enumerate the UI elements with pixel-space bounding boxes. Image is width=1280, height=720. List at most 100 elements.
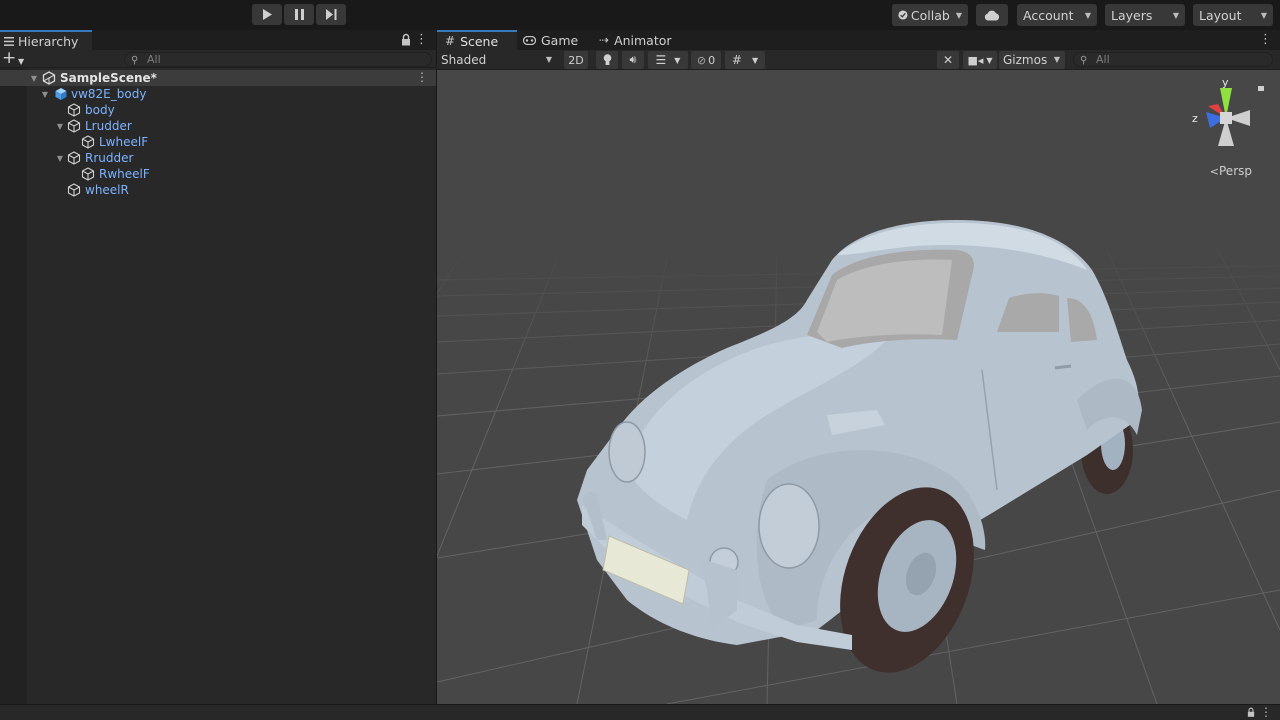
hidden-count: 0: [708, 53, 716, 67]
scene-visibility-toggle[interactable]: ⊘ 0: [691, 51, 721, 69]
cloud-button[interactable]: [976, 4, 1008, 26]
fold-arrow-icon[interactable]: ▼: [40, 90, 50, 99]
checkmark-icon: [898, 10, 908, 20]
eye-hidden-icon: ⊘: [696, 53, 707, 67]
hierarchy-tree: ▼ SampleScene* ⋮ ▼ vw82E_body body ▼ Lru…: [0, 70, 436, 704]
scene-label: SampleScene*: [60, 71, 157, 85]
hierarchy-toolbar: + ▼ ⚲ All: [0, 50, 436, 68]
gameobject-cube-icon: [81, 167, 95, 181]
chevron-down-icon: ▼: [1172, 10, 1179, 20]
hierarchy-item-label: LwheelF: [99, 135, 149, 149]
prefab-cube-icon: [55, 88, 67, 100]
tab-scene[interactable]: # Scene: [437, 30, 517, 50]
chevron-down-icon: ▼: [1084, 10, 1091, 20]
lighting-toggle[interactable]: [596, 51, 618, 69]
projection-label: Persp: [1219, 164, 1252, 178]
effects-icon: ☰: [655, 53, 667, 67]
more-options-icon[interactable]: ⋮: [415, 32, 428, 48]
car-model[interactable]: [437, 70, 1280, 704]
step-button[interactable]: [316, 4, 346, 25]
effects-dropdown[interactable]: ☰ ▼: [648, 51, 688, 69]
speaker-icon: 🔊︎: [629, 53, 637, 66]
scene-search-placeholder: All: [1096, 53, 1110, 66]
gameobject-cube-icon: [67, 183, 81, 197]
scene-panel: # Scene Game ⇢ Animator ⋮ Shaded ▼ 2D 🔊︎…: [437, 30, 1280, 704]
hash-icon: #: [445, 34, 456, 48]
shading-mode-dropdown[interactable]: Shaded ▼: [437, 51, 557, 69]
lock-icon[interactable]: [1246, 707, 1256, 718]
audio-toggle[interactable]: 🔊︎: [622, 51, 644, 69]
chevron-down-icon: ▼: [751, 55, 759, 65]
hierarchy-item[interactable]: body: [0, 102, 436, 118]
hierarchy-item[interactable]: ▼ Rrudder: [0, 150, 436, 166]
more-options-icon[interactable]: ⋮: [1260, 705, 1272, 719]
chevron-down-icon: ▼: [1260, 10, 1267, 20]
main-toolbar: Collab ▼ Account ▼ Layers ▼ Layout ▼: [0, 0, 1280, 30]
toggle-2d-button[interactable]: 2D: [564, 51, 588, 69]
layout-label: Layout: [1199, 7, 1242, 23]
shading-mode-label: Shaded: [441, 53, 487, 67]
create-button[interactable]: + ▼: [2, 50, 30, 68]
tools-button[interactable]: ✕: [937, 51, 959, 69]
lock-icon[interactable]: [400, 33, 412, 47]
pause-icon: [294, 9, 304, 20]
tab-hierarchy[interactable]: Hierarchy: [0, 30, 92, 50]
persp-icon: <: [1209, 165, 1219, 178]
more-options-icon[interactable]: ⋮: [1259, 32, 1272, 47]
hierarchy-item[interactable]: wheelR: [0, 182, 436, 198]
tab-game-label: Game: [541, 32, 579, 48]
account-label: Account: [1023, 7, 1074, 23]
layers-label: Layers: [1111, 7, 1153, 23]
tab-hierarchy-label: Hierarchy: [18, 33, 79, 49]
account-dropdown[interactable]: Account ▼: [1017, 4, 1097, 26]
bottom-panel-header: ⋮: [0, 704, 1280, 720]
chevron-down-icon: ▼: [955, 10, 962, 20]
chevron-down-icon: ▼: [986, 55, 993, 65]
scene-row[interactable]: ▼ SampleScene* ⋮: [0, 70, 436, 86]
hierarchy-item[interactable]: ▼ vw82E_body: [0, 86, 436, 102]
collab-button[interactable]: Collab ▼: [892, 4, 968, 26]
camera-dropdown[interactable]: ■◂ ▼: [963, 51, 997, 69]
gizmo-z-label: z: [1192, 112, 1198, 125]
gizmos-dropdown[interactable]: Gizmos ▼: [999, 51, 1065, 69]
layers-dropdown[interactable]: Layers ▼: [1105, 4, 1185, 26]
tab-scene-label: Scene: [460, 33, 499, 49]
hierarchy-item[interactable]: LwheelF: [0, 134, 436, 150]
tab-game[interactable]: Game: [515, 30, 591, 50]
fold-arrow-icon[interactable]: ▼: [55, 154, 65, 163]
fold-arrow-icon[interactable]: ▼: [55, 122, 65, 131]
orientation-gizmo[interactable]: y z: [1188, 78, 1268, 158]
grid-icon: #: [731, 53, 742, 67]
hierarchy-tabbar: Hierarchy ⋮: [0, 30, 436, 50]
animator-icon: ⇢: [599, 33, 610, 47]
gameobject-cube-icon: [67, 103, 81, 117]
gizmo-y-label: y: [1222, 78, 1229, 89]
gameobject-cube-icon: [67, 119, 81, 133]
search-icon: ⚲: [131, 55, 139, 66]
hierarchy-item-label: vw82E_body: [71, 87, 147, 101]
toggle-2d-label: 2D: [568, 53, 584, 67]
scene-toolbar: Shaded ▼ 2D 🔊︎ ☰ ▼ ⊘ 0 # ▼ ✕ ■◂ ▼ Gizmos…: [437, 50, 1280, 70]
hierarchy-search-input[interactable]: ⚲ All: [124, 52, 432, 67]
hierarchy-item-label: Lrudder: [85, 119, 132, 133]
pause-button[interactable]: [284, 4, 314, 25]
playmode-controls: [252, 4, 346, 25]
play-icon: [263, 9, 272, 20]
scene-search-input[interactable]: ⚲ All: [1073, 52, 1273, 67]
layout-dropdown[interactable]: Layout ▼: [1193, 4, 1273, 26]
hierarchy-item-label: RwheelF: [99, 167, 150, 181]
tab-animator[interactable]: ⇢ Animator: [591, 30, 691, 50]
grid-dropdown[interactable]: # ▼: [725, 51, 765, 69]
list-icon: [4, 36, 14, 46]
scene-viewport[interactable]: y z <Persp: [437, 70, 1280, 704]
hierarchy-item[interactable]: ▼ Lrudder: [0, 118, 436, 134]
gizmo-lock-icon[interactable]: [1258, 86, 1264, 91]
projection-toggle[interactable]: <Persp: [1210, 164, 1252, 178]
more-options-icon[interactable]: ⋮: [416, 70, 428, 84]
fold-arrow-icon[interactable]: ▼: [29, 74, 39, 83]
hierarchy-item[interactable]: RwheelF: [0, 166, 436, 182]
scene-tabbar: # Scene Game ⇢ Animator ⋮: [437, 30, 1280, 50]
collab-label: Collab: [910, 7, 950, 23]
gameobject-cube-icon: [81, 135, 95, 149]
play-button[interactable]: [252, 4, 282, 25]
